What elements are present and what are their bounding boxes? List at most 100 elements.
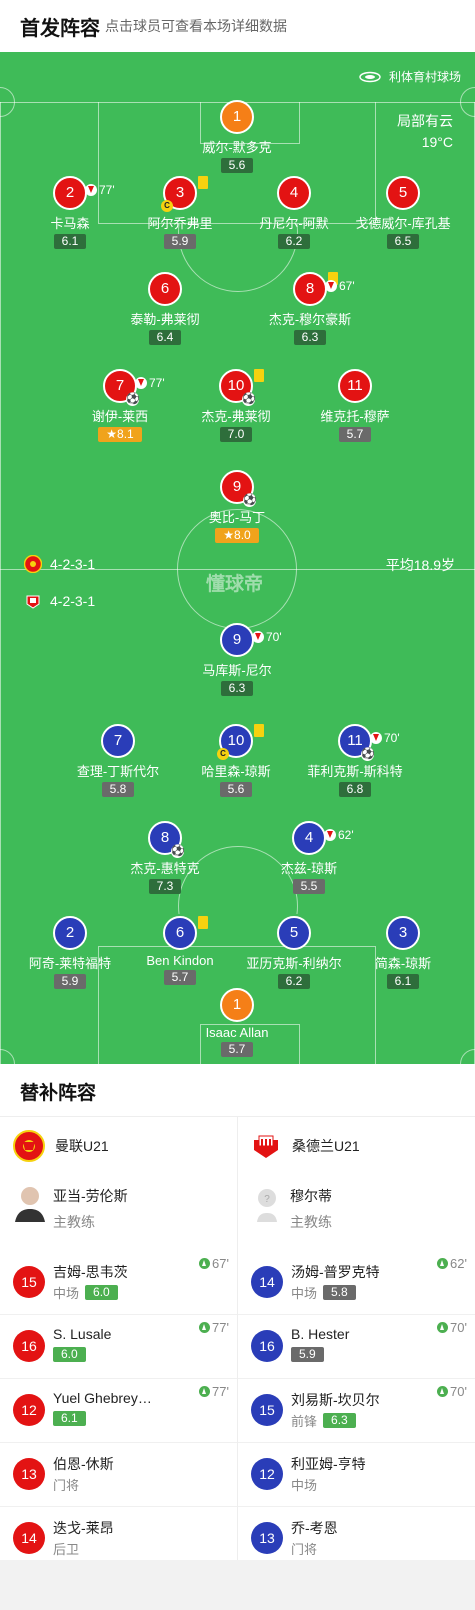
player-rating: 6.2 (277, 234, 311, 249)
player-name: 维克托-穆萨 (320, 409, 390, 424)
svg-text:?: ? (264, 1194, 270, 1205)
player-rating: ★8.1 (98, 427, 142, 442)
player-name: 杰克-穆尔豪斯 (268, 312, 352, 327)
sub-on-icon (199, 1322, 211, 1333)
shirt-number: 4 62' (292, 821, 354, 855)
player-rating: 5.6 (219, 782, 253, 797)
sub-off-icon (135, 377, 147, 389)
player-rating: ★8.0 (215, 528, 259, 543)
shirt-number: 15 (251, 1394, 283, 1426)
away-player[interactable]: 9 70' 马库斯-尼尔 6.3 (162, 623, 312, 697)
yellow-card-icon (254, 369, 264, 382)
page-subtitle: 点击球员可查看本场详细数据 (105, 18, 287, 34)
manutd-logo-icon (24, 555, 42, 573)
sub-off-icon (370, 732, 382, 744)
shirt-number: 7 (101, 724, 135, 758)
shirt-number: 9 70' (220, 623, 282, 657)
away-player[interactable]: 1 Isaac Allan 5.7 (162, 988, 312, 1058)
sub-player-position: 门将 (291, 1542, 318, 1557)
sub-player-rating: 6.0 (85, 1285, 118, 1300)
player-rating: 5.9 (53, 974, 87, 989)
home-player[interactable]: 11 维克托-穆萨 5.7 (280, 369, 430, 443)
goal-ball-icon: ⚽ (243, 494, 257, 507)
player-name: 马库斯-尼尔 (202, 663, 272, 678)
away-player[interactable]: 3 简森-琼斯 6.1 (328, 916, 475, 990)
home-player[interactable]: 5 戈德威尔-库孔基 6.5 (328, 176, 475, 250)
shirt-number: 5 (277, 916, 311, 950)
player-rating: 5.7 (220, 1042, 254, 1057)
home-player[interactable]: 8 67' 杰克-穆尔豪斯 6.3 (235, 272, 385, 346)
player-rating: 6.2 (277, 974, 311, 989)
sub-player-rating: 6.3 (323, 1413, 356, 1428)
player-rating: 6.4 (148, 330, 182, 345)
shirt-number: 11 (338, 369, 372, 403)
player-rating: 7.0 (219, 427, 253, 442)
shirt-number: 1 (220, 988, 254, 1022)
sub-player-row[interactable]: 15 刘易斯-坎贝尔 前锋 6.3 70' (238, 1378, 475, 1442)
home-player[interactable]: 6 泰勒-弗莱彻 6.4 (90, 272, 240, 346)
sub-player-row[interactable]: 15 吉姆-思韦茨 中场 6.0 67' (0, 1250, 237, 1314)
subs-title: 替补阵容 (20, 1083, 97, 1104)
shirt-number: 14 (13, 1522, 45, 1554)
shirt-number: 14 (251, 1266, 283, 1298)
page-title: 首发阵容 (20, 18, 100, 40)
sub-player-row[interactable]: 12 Yuel Ghebrey… 6.1 77' (0, 1378, 237, 1442)
shirt-number: 3C (161, 176, 208, 212)
sub-player-row[interactable]: 16 B. Hester 5.9 70' (238, 1314, 475, 1378)
away-player[interactable]: 4 62' 杰兹-琼斯 5.5 (234, 821, 384, 895)
sub-player-row[interactable]: 13 乔-考恩 门将 (238, 1506, 475, 1570)
sub-off: 67' (325, 271, 355, 301)
sub-player-row[interactable]: 16 S. Lusale 6.0 77' (0, 1314, 237, 1378)
weather-temp: 19°C (421, 134, 453, 150)
sub-player-row[interactable]: 13 伯恩-休斯 门将 (0, 1442, 237, 1506)
player-name: 简森-琼斯 (374, 956, 432, 971)
sub-on-icon (437, 1386, 449, 1397)
away-team[interactable]: 桑德兰U21 (250, 1130, 360, 1162)
shirt-number: 7 ⚽ 77' (103, 369, 165, 406)
yellow-card-icon (254, 724, 264, 737)
player-name: 戈德威尔-库孔基 (355, 216, 451, 231)
sub-player-row[interactable]: 14 汤姆-普罗克特 中场 5.8 62' (238, 1250, 475, 1314)
sub-off-icon (85, 184, 97, 196)
sub-player-rating: 6.0 (53, 1347, 86, 1362)
sunderland-logo-icon (26, 595, 40, 609)
player-rating: 5.7 (338, 427, 372, 442)
sub-player-position: 中场 (291, 1478, 318, 1493)
sub-player-row[interactable]: 12 利亚姆-亨特 中场 (238, 1442, 475, 1506)
shirt-number: 4 (277, 176, 311, 210)
sub-on: 77' (199, 1320, 229, 1335)
away-player[interactable]: 11 ⚽ 70' 菲利克斯-斯科特 6.8 (280, 724, 430, 798)
home-player[interactable]: 9 ⚽ 奥比-马丁 ★8.0 (162, 470, 312, 544)
goal-ball-icon: ⚽ (171, 845, 185, 858)
star-icon: ★ (223, 528, 235, 542)
page-header: 首发阵容 点击球员可查看本场详细数据 (0, 0, 475, 52)
player-name: 杰兹-琼斯 (280, 861, 338, 876)
player-rating: 5.9 (163, 234, 197, 249)
player-rating: 5.7 (163, 970, 197, 985)
sub-off-icon (252, 631, 264, 643)
player-name: Isaac Allan (205, 1025, 269, 1040)
player-rating: 6.5 (386, 234, 420, 249)
sub-player-row[interactable]: 14 迭戈-莱昂 后卫 (0, 1506, 237, 1570)
sub-on-icon (199, 1258, 211, 1269)
shirt-number: 8 ⚽ (148, 821, 185, 858)
weather: 局部有云 19°C (397, 111, 453, 153)
away-team-name: 桑德兰U21 (292, 1138, 360, 1154)
home-team-name: 曼联U21 (55, 1138, 109, 1154)
sub-player-position: 中场 (53, 1286, 80, 1301)
sub-on: 62' (437, 1256, 467, 1271)
home-team[interactable]: 曼联U21 (13, 1130, 109, 1162)
player-rating: 6.3 (220, 681, 254, 696)
sub-player-name: 刘易斯-坎贝尔 (291, 1392, 380, 1408)
shirt-number: 2 77' (53, 176, 115, 210)
away-player[interactable]: 8 ⚽ 杰克-惠特克 7.3 (90, 821, 240, 895)
shirt-number: 12 (13, 1394, 45, 1426)
player-rating: 5.6 (220, 158, 254, 173)
unknown-avatar-icon: ? (257, 1189, 277, 1222)
home-player[interactable]: 1 威尔-默多克 5.6 (162, 100, 312, 174)
sub-player-rating: 5.8 (323, 1285, 356, 1300)
sub-on: 77' (199, 1384, 229, 1399)
shirt-number: 1 (220, 100, 254, 134)
shirt-number: 13 (251, 1522, 283, 1554)
stadium-icon (359, 71, 381, 82)
